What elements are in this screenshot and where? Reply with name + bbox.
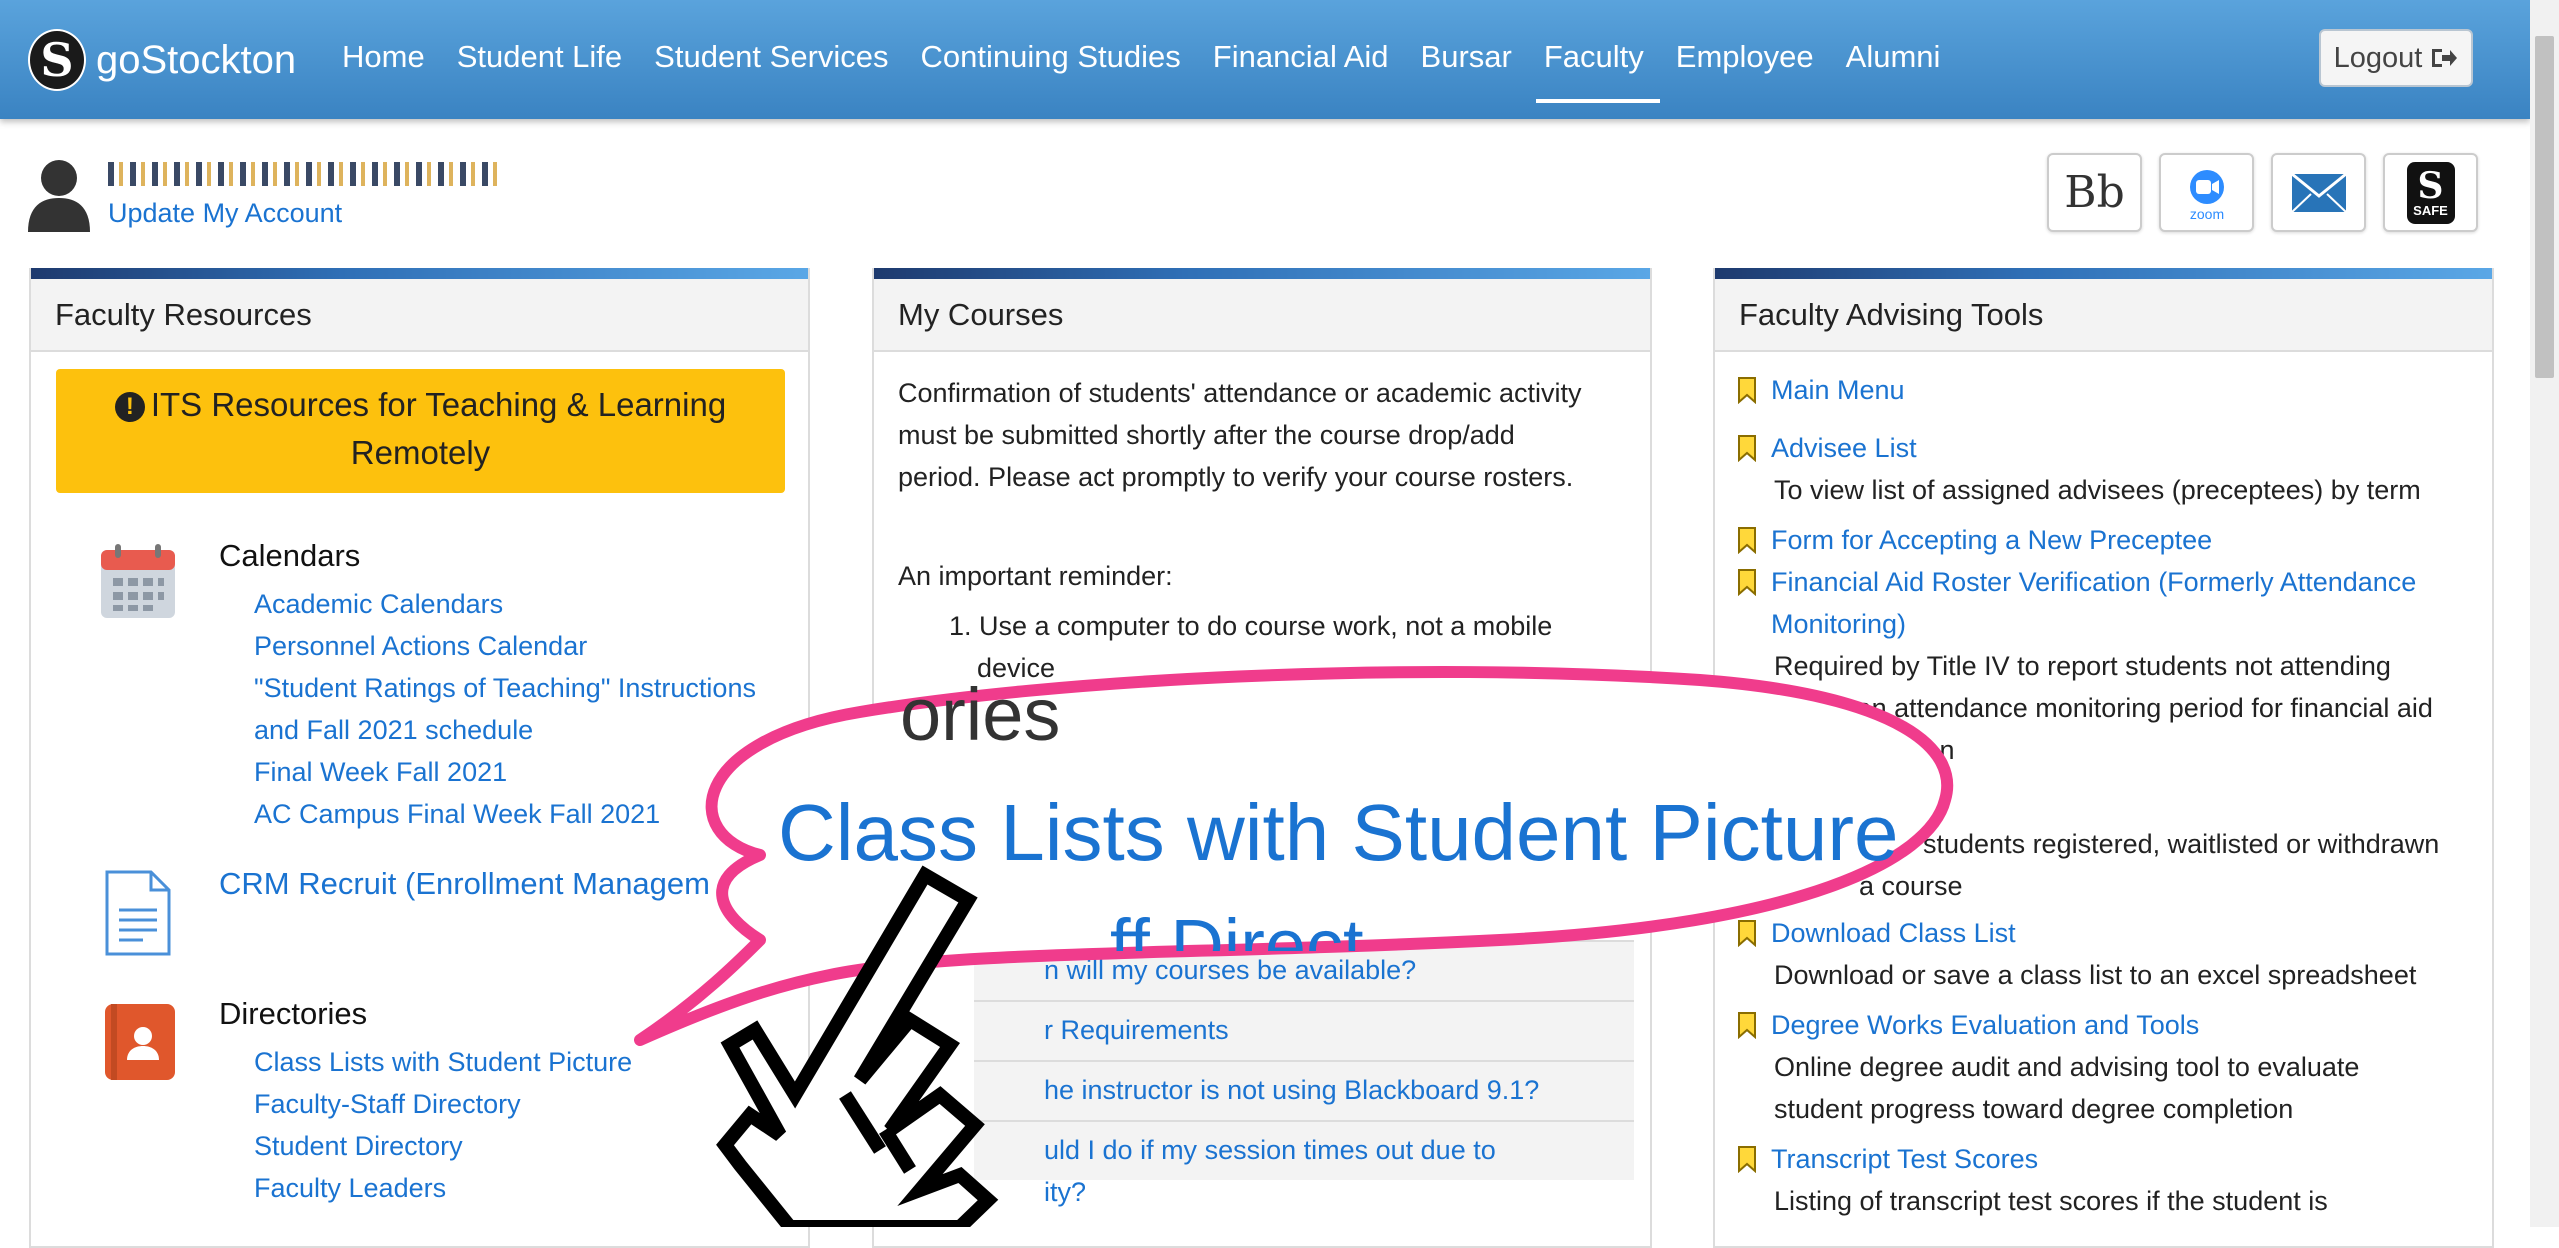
download-class-list-desc: Download or save a class list to an exce… [1774,960,2417,990]
scrollbar-thumb[interactable] [2535,36,2554,378]
calendar-icon [101,544,175,618]
faculty-leaders-link[interactable]: Faculty Leaders [254,1167,446,1209]
final-week-link[interactable]: Final Week Fall 2021 [254,751,507,793]
bookmark-icon [1738,920,1756,947]
envelope-icon [2290,172,2347,213]
roster-verification-desc: during an attendance monitoring period f… [1774,693,2433,723]
accept-preceptee-link[interactable]: Form for Accepting a New Preceptee [1771,519,2212,561]
bookmark-icon [1738,527,1756,554]
user-avatar-icon [28,160,90,232]
faq-row[interactable]: ity? [974,1164,1634,1224]
course-intro-line: period. Please act promptly to verify yo… [898,462,1574,492]
nav-bursar[interactable]: Bursar [1405,0,1528,103]
quick-links: Bb zoom S SAFE [2047,153,2478,232]
zoom-icon: zoom [2189,169,2224,222]
callout-ghost-text-bottom: ff Direct [1110,904,1364,951]
callout-ghost-text-top: ories [900,673,1061,756]
vertical-scrollbar[interactable] [2530,0,2559,1227]
course-intro-line: must be submitted shortly after the cour… [898,420,1515,450]
pointer-hand-icon [716,865,999,1227]
email-button[interactable] [2271,153,2366,232]
exclamation-icon: ! [114,392,145,422]
zoom-button[interactable]: zoom [2159,153,2254,232]
main-nav: Home Student Life Student Services Conti… [326,0,1956,119]
panel-title: My Courses [874,279,1650,352]
top-navbar: S goStockton Home Student Life Student S… [0,0,2530,119]
update-my-account-link[interactable]: Update My Account [108,198,342,229]
calendars-heading: Calendars [219,538,361,573]
roster-verification-link[interactable]: Financial Aid Roster Verification (Forme… [1771,561,2416,603]
nav-student-life[interactable]: Student Life [441,0,638,103]
crm-recruit-link[interactable]: CRM Recruit (Enrollment Managem [219,866,710,902]
faculty-staff-directory-link[interactable]: Faculty-Staff Directory [254,1083,521,1125]
advisee-list-desc: To view list of assigned advisees (prece… [1774,475,2421,505]
svg-text:zoom: zoom [2189,206,2223,222]
logout-button[interactable]: Logout [2319,29,2473,87]
its-resources-banner[interactable]: ! ITS Resources for Teaching & Learning R… [56,369,785,493]
its-resources-text: ITS Resources for Teaching & Learning Re… [150,386,727,471]
blackboard-button[interactable]: Bb [2047,153,2142,232]
brand[interactable]: S goStockton [28,28,296,92]
nav-alumni[interactable]: Alumni [1830,0,1957,103]
student-directory-link[interactable]: Student Directory [254,1125,463,1167]
nav-faculty[interactable]: Faculty [1528,0,1660,103]
student-ratings-link[interactable]: "Student Ratings of Teaching" Instructio… [254,667,756,709]
roster-verification-desc: Required by Title IV to report students … [1774,651,2391,681]
student-ratings-link-cont[interactable]: and Fall 2021 schedule [254,709,533,751]
academic-calendars-link[interactable]: Academic Calendars [254,583,503,625]
nav-student-services[interactable]: Student Services [638,0,904,103]
reminder-item: 1. Use a computer to do course work, not… [949,611,1553,641]
nav-home[interactable]: Home [326,0,441,103]
stockton-logo-icon: S [28,29,86,91]
main-menu-link[interactable]: Main Menu [1771,369,1905,411]
safe-icon: S SAFE [2406,161,2455,224]
nav-continuing-studies[interactable]: Continuing Studies [905,0,1197,103]
personnel-actions-calendar-link[interactable]: Personnel Actions Calendar [254,625,587,667]
class-lists-link[interactable]: Class Lists with Student Picture [254,1041,632,1083]
degree-works-desc: student progress toward degree completio… [1774,1094,2294,1124]
panel-title: Faculty Advising Tools [1715,279,2492,352]
download-class-list-link[interactable]: Download Class List [1771,912,2016,954]
roster-verification-link-cont[interactable]: Monitoring) [1771,603,1906,645]
faq-row[interactable]: r Requirements [974,1000,1634,1060]
user-name-redacted [108,156,513,190]
advisee-list-link[interactable]: Advisee List [1771,427,1917,469]
panel-title: Faculty Resources [31,279,808,352]
brand-name: goStockton [96,37,297,82]
bookmark-icon [1738,435,1756,462]
bookmark-icon [1738,377,1756,404]
logout-label: Logout [2333,41,2423,74]
bookmark-icon [1738,569,1756,596]
course-intro-line: Confirmation of students' attendance or … [898,378,1582,408]
ac-campus-final-week-link[interactable]: AC Campus Final Week Fall 2021 [254,793,660,835]
bookmark-icon [1738,1146,1756,1173]
transcript-test-scores-link[interactable]: Transcript Test Scores [1771,1138,2038,1180]
document-icon [105,870,171,956]
safe-button[interactable]: S SAFE [2383,153,2478,232]
nav-financial-aid[interactable]: Financial Aid [1197,0,1405,103]
class-roster-desc: students registered, waitlisted or withd… [1923,829,2440,859]
degree-works-desc: Online degree audit and advising tool to… [1774,1052,2360,1082]
transcript-test-scores-desc: Listing of transcript test scores if the… [1774,1186,2328,1216]
directories-heading: Directories [219,996,368,1031]
nav-employee[interactable]: Employee [1660,0,1830,103]
contact-book-icon [105,1004,175,1080]
roster-verification-desc: distribution [1824,735,1955,765]
blackboard-icon: Bb [2064,167,2125,218]
reminder-label: An important reminder: [898,561,1173,591]
faq-row[interactable]: he instructor is not using Blackboard 9.… [974,1060,1634,1120]
sign-out-icon [2432,49,2458,67]
faculty-advising-panel: Faculty Advising Tools Main Menu Advisee… [1713,268,2494,1248]
bookmark-icon [1738,1012,1756,1039]
degree-works-link[interactable]: Degree Works Evaluation and Tools [1771,1004,2199,1046]
